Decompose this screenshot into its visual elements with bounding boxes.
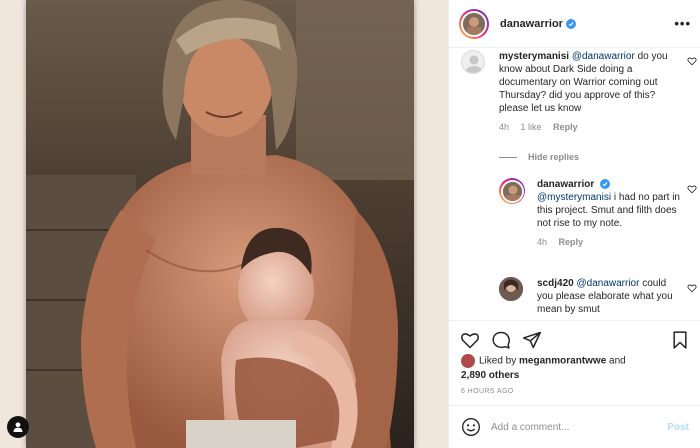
comment-age[interactable]: 4h bbox=[499, 122, 509, 132]
comment-input[interactable] bbox=[491, 421, 651, 433]
smiley-icon[interactable] bbox=[461, 417, 481, 437]
share-button[interactable] bbox=[521, 329, 543, 351]
reply-like-heart-icon[interactable] bbox=[687, 184, 697, 194]
reply-mention[interactable]: @mysterymanisi bbox=[537, 192, 611, 203]
reply-button[interactable]: Reply bbox=[553, 122, 578, 132]
verified-badge-icon bbox=[565, 18, 576, 29]
comments-list[interactable]: mysterymanisi @danawarrior do you know a… bbox=[449, 48, 700, 320]
comment-meta: 4h 1 like Reply bbox=[499, 121, 677, 134]
likes-count[interactable]: 2,890 others bbox=[461, 370, 519, 381]
reply-age[interactable]: 4h bbox=[537, 237, 547, 247]
author-avatar[interactable] bbox=[459, 8, 489, 39]
reply-item: danawarrior @mysterymanisi i had no part… bbox=[499, 178, 697, 268]
comment-mention[interactable]: @danawarrior bbox=[572, 51, 635, 62]
comment-button[interactable] bbox=[490, 329, 512, 351]
reply-like-heart-icon[interactable] bbox=[687, 283, 697, 293]
hide-replies-label: Hide replies bbox=[528, 152, 580, 162]
comment-like-heart-icon[interactable] bbox=[687, 56, 697, 66]
heart-icon bbox=[461, 332, 479, 348]
post-photo-area[interactable] bbox=[0, 0, 448, 448]
save-button[interactable] bbox=[669, 329, 691, 351]
reply-text: danawarrior @mysterymanisi i had no part… bbox=[537, 178, 683, 249]
hide-replies-divider bbox=[499, 156, 517, 158]
liker-avatar[interactable] bbox=[461, 354, 475, 368]
comment-text: mysterymanisi @danawarrior do you know a… bbox=[499, 50, 677, 134]
like-button[interactable] bbox=[459, 329, 481, 351]
blank-avatar-icon bbox=[465, 55, 483, 73]
reply-item: scdj420 @danawarrior could you please el… bbox=[499, 277, 697, 320]
user-tag-icon bbox=[13, 422, 23, 432]
user-tags-button[interactable] bbox=[7, 416, 29, 438]
likes-and: and bbox=[606, 355, 626, 367]
post-action-bar bbox=[449, 320, 700, 358]
post-header: danawarrior ••• bbox=[449, 0, 700, 48]
reply-author-avatar[interactable] bbox=[499, 178, 525, 204]
author-username[interactable]: danawarrior bbox=[500, 18, 563, 30]
comment-likes[interactable]: 1 like bbox=[521, 122, 542, 132]
comment-username[interactable]: mysterymanisi bbox=[499, 51, 569, 62]
reply-button[interactable]: Reply bbox=[559, 237, 584, 247]
add-comment-bar: Post bbox=[449, 405, 700, 448]
verified-badge-icon bbox=[600, 179, 611, 190]
photo-illustration bbox=[26, 0, 414, 448]
likes-prefix: Liked by bbox=[479, 355, 520, 367]
post-side-panel: danawarrior ••• mysterymanisi @danawarri… bbox=[448, 0, 700, 448]
bookmark-icon bbox=[673, 330, 687, 349]
likes-summary: Liked by meganmorantwwe and 2,890 others bbox=[461, 354, 697, 383]
reply-username[interactable]: scdj420 bbox=[537, 278, 574, 289]
post-comment-button[interactable]: Post bbox=[667, 422, 689, 433]
reply-meta: 4h Reply bbox=[537, 236, 683, 249]
reply-username[interactable]: danawarrior bbox=[537, 179, 594, 190]
paper-plane-icon bbox=[522, 331, 542, 348]
hide-replies-button[interactable]: Hide replies bbox=[499, 152, 579, 162]
commenter-avatar[interactable] bbox=[461, 50, 485, 74]
liker-username[interactable]: meganmorantwwe bbox=[519, 356, 606, 367]
post-timestamp[interactable]: 6 HOURS AGO bbox=[461, 388, 514, 395]
comment-bubble-icon bbox=[492, 331, 510, 349]
reply-author-avatar[interactable] bbox=[499, 277, 523, 301]
comment-item: mysterymanisi @danawarrior do you know a… bbox=[461, 50, 697, 142]
post-photo bbox=[26, 0, 414, 448]
more-options-button[interactable]: ••• bbox=[674, 16, 691, 31]
reply-mention[interactable]: @danawarrior bbox=[576, 278, 639, 289]
reply-text: scdj420 @danawarrior could you please el… bbox=[537, 277, 683, 316]
